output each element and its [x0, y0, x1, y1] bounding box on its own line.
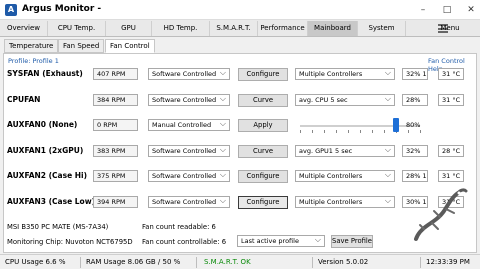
fan-source-select[interactable]: Multiple Controllers	[295, 170, 395, 182]
curve-button[interactable]: Curve	[238, 145, 288, 158]
status-separator	[196, 257, 197, 268]
fan-rpm: 0 RPM	[93, 119, 138, 131]
fan-name: CPUFAN	[7, 95, 41, 104]
subtab-fan-speed[interactable]: Fan Speed	[58, 39, 105, 53]
fan-rpm: 384 RPM	[93, 94, 138, 106]
status-separator	[312, 257, 313, 268]
fan-source-select[interactable]: avg. CPU 5 sec	[295, 94, 395, 106]
fan-percent: 28%	[402, 94, 428, 106]
fan-percent: 28% 1	[402, 170, 428, 182]
clock: 12:33:39 PM	[426, 258, 470, 266]
fan-name: AUXFAN3 (Case Low)	[7, 197, 96, 206]
configure-button[interactable]: Configure	[238, 196, 288, 209]
fan-count-controllable: Fan count controllable: 6	[142, 238, 227, 246]
fan-name: SYSFAN (Exhaust)	[7, 69, 83, 78]
tab-performance[interactable]: Performance	[258, 21, 308, 36]
apply-button[interactable]: Apply	[238, 119, 288, 132]
slider-tick	[372, 130, 373, 133]
fan-name: AUXFAN0 (None)	[7, 120, 78, 129]
manual-speed-slider-thumb[interactable]	[393, 118, 399, 132]
fan-temp: 31 °C	[438, 68, 464, 80]
fan-mode-select[interactable]: Software Controlled	[148, 196, 230, 208]
fan-temp: 31 °C	[438, 170, 464, 182]
tab-mainboard[interactable]: Mainboard	[308, 21, 358, 36]
slider-tick	[348, 130, 349, 133]
tab-gpu[interactable]: GPU	[106, 21, 152, 36]
ram-usage: RAM Usage 8.06 GB / 50 %	[86, 258, 181, 266]
slider-tick	[360, 130, 361, 133]
fan-source-select[interactable]: avg. GPU1 5 sec	[295, 145, 395, 157]
tab-cpu-temp[interactable]: CPU Temp.	[48, 21, 106, 36]
save-profile-button[interactable]: Save Profile	[331, 235, 373, 248]
version-label: Version 5.0.02	[318, 258, 369, 266]
subtab-fan-control[interactable]: Fan Control	[105, 39, 155, 53]
chip-info: Monitoring Chip: Nuvoton NCT6795D	[7, 238, 133, 246]
fan-mode-select[interactable]: Software Controlled	[148, 94, 230, 106]
app-logo-icon: A	[5, 4, 17, 16]
slider-tick	[312, 130, 313, 133]
status-separator	[80, 257, 81, 268]
fan-percent: 32%	[402, 145, 428, 157]
fan-rpm: 383 RPM	[93, 145, 138, 157]
fan-temp: 28 °C	[438, 145, 464, 157]
tab-menu[interactable]: Menu	[420, 21, 480, 36]
fan-rpm: 394 RPM	[93, 196, 138, 208]
slider-tick	[300, 130, 301, 133]
fan-mode-select[interactable]: Software Controlled	[148, 145, 230, 157]
fan-name: AUXFAN2 (Case Hi)	[7, 171, 88, 180]
tab-overview[interactable]: Overview	[0, 21, 48, 36]
slider-tick	[336, 130, 337, 133]
fan-percent: 80%	[406, 121, 421, 129]
cpu-usage: CPU Usage 6.6 %	[5, 258, 66, 266]
main-navigation: Overview CPU Temp. GPU HD Temp. S.M.A.R.…	[0, 20, 480, 37]
fan-rpm: 375 RPM	[93, 170, 138, 182]
fan-source-select[interactable]: Multiple Controllers	[295, 196, 395, 208]
status-bar: CPU Usage 6.6 % RAM Usage 8.06 GB / 50 %…	[0, 254, 480, 269]
slider-tick	[324, 130, 325, 133]
fan-temp: 31 °C	[438, 94, 464, 106]
curve-button[interactable]: Curve	[238, 94, 288, 107]
configure-button[interactable]: Configure	[238, 68, 288, 81]
fan-mode-select[interactable]: Manual Controlled	[148, 119, 230, 131]
fan-mode-select[interactable]: Software Controlled	[148, 170, 230, 182]
maximize-button[interactable]: □	[440, 3, 454, 17]
fan-count-readable: Fan count readable: 6	[142, 223, 216, 231]
fan-rpm: 407 RPM	[93, 68, 138, 80]
fan-name: AUXFAN1 (2xGPU)	[7, 146, 84, 155]
tab-smart[interactable]: S.M.A.R.T.	[210, 21, 258, 36]
configure-button[interactable]: Configure	[238, 170, 288, 183]
tab-system[interactable]: System	[358, 21, 406, 36]
smart-status: S.M.A.R.T. OK	[204, 258, 251, 266]
fan-mode-select[interactable]: Software Controlled	[148, 68, 230, 80]
slider-tick	[384, 130, 385, 133]
close-button[interactable]: ✕	[464, 3, 478, 17]
tab-hd-temp[interactable]: HD Temp.	[152, 21, 210, 36]
fan-source-select[interactable]: Multiple Controllers	[295, 68, 395, 80]
status-separator	[420, 257, 421, 268]
subtab-temperature[interactable]: Temperature	[4, 39, 59, 53]
title-bar: A Argus Monitor - – □ ✕	[0, 0, 480, 20]
window-title: Argus Monitor -	[22, 4, 102, 14]
fan-percent: 32% 1	[402, 68, 428, 80]
board-info: MSI B350 PC MATE (MS-7A34)	[7, 223, 109, 231]
profile-label[interactable]: Profile: Profile 1	[8, 57, 59, 65]
profile-select[interactable]: Last active profile	[237, 235, 325, 247]
argus-lizard-logo	[414, 188, 468, 241]
minimize-button[interactable]: –	[416, 3, 430, 17]
